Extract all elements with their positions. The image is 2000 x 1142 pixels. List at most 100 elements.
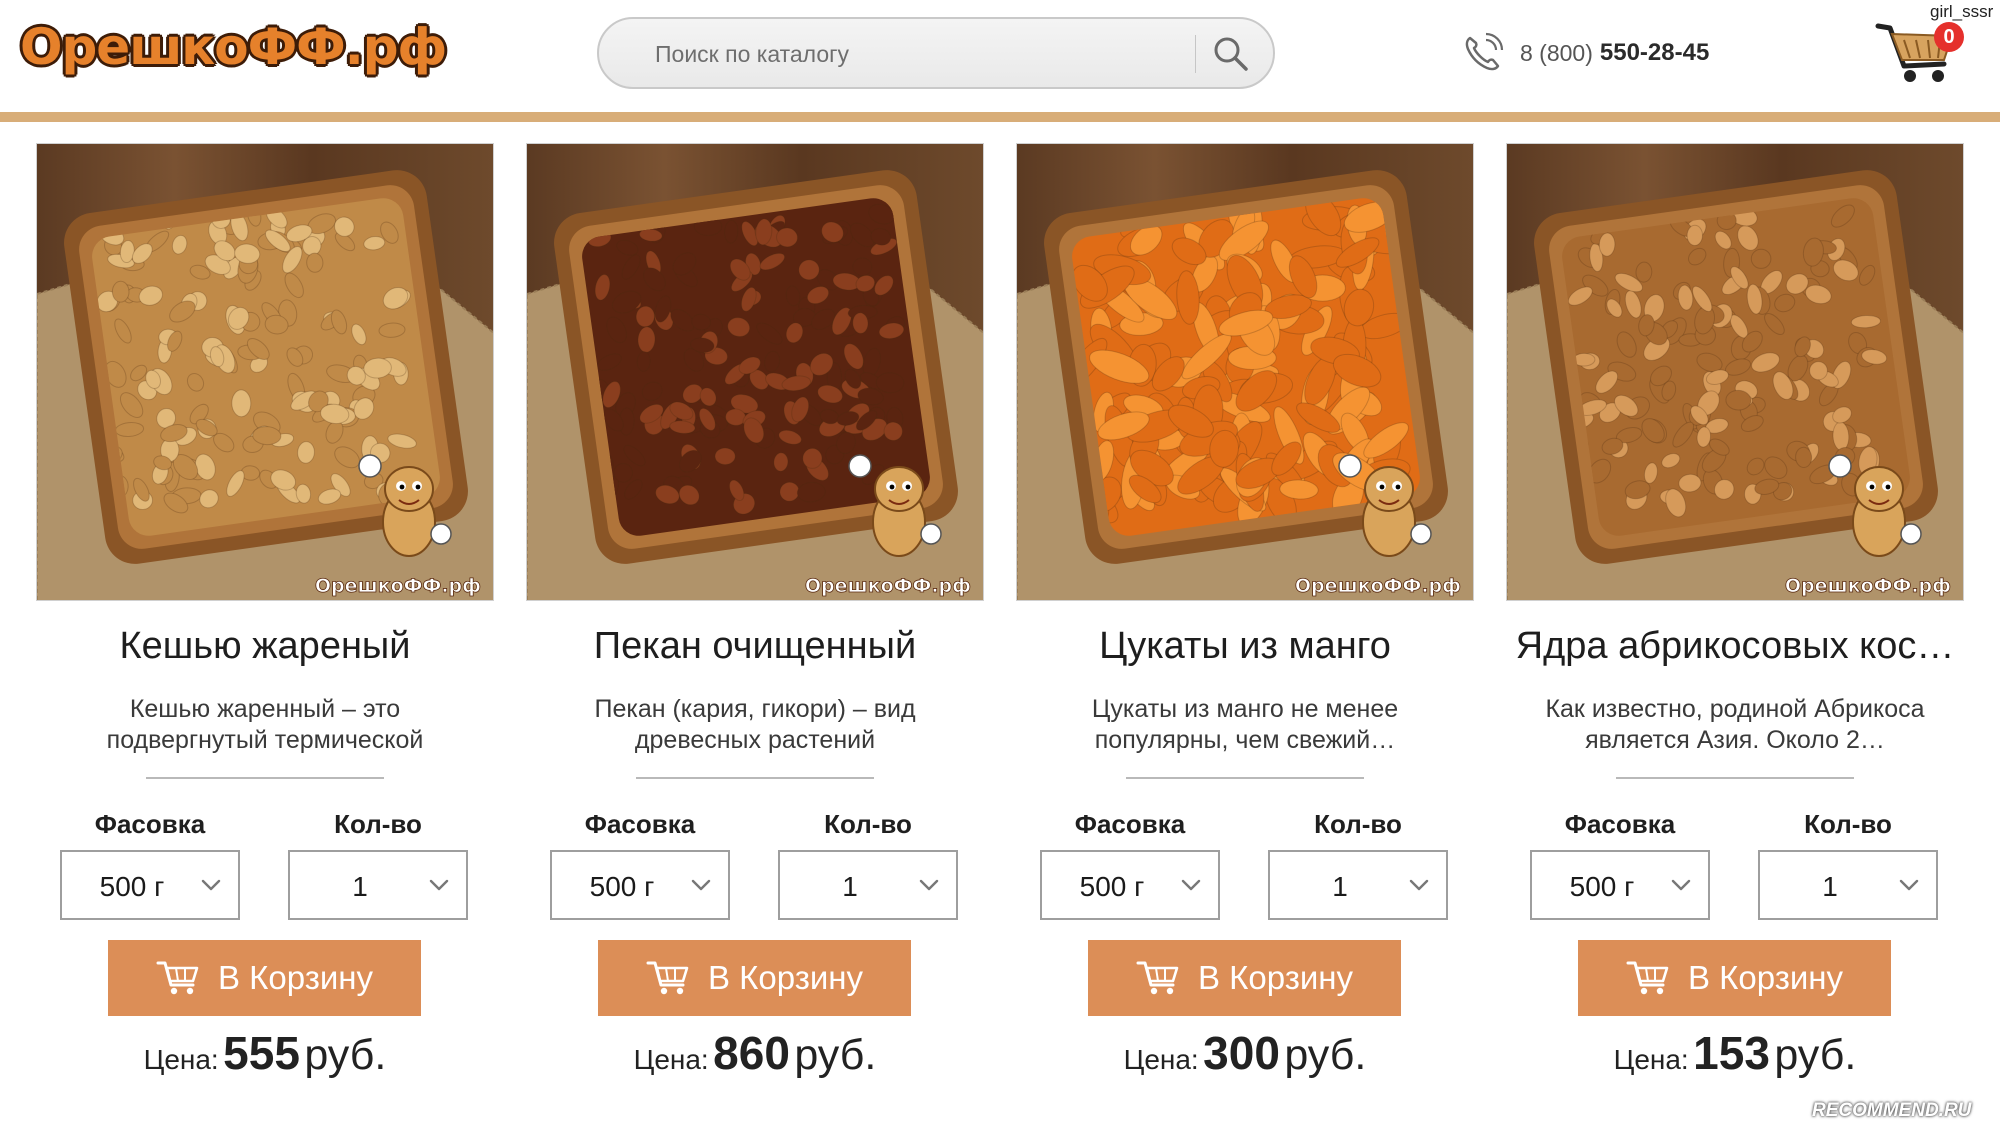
add-to-cart-button[interactable]: В Корзину <box>108 940 421 1016</box>
product-price: Цена: 555 руб. <box>36 1026 494 1080</box>
qty-value: 1 <box>1332 871 1348 902</box>
site-logo[interactable]: ОрешкоФФ.рф <box>20 18 447 76</box>
qty-label: Кол-во <box>824 809 912 839</box>
header-divider <box>0 112 2000 122</box>
cart-icon <box>1136 961 1179 995</box>
qty-value: 1 <box>1822 871 1838 902</box>
pack-label: Фасовка <box>584 809 696 839</box>
product-photo[interactable]: ОрешкоФФ.рф <box>1506 143 1964 601</box>
search-input[interactable] <box>655 37 1175 71</box>
chevron-down-icon <box>1899 879 1919 891</box>
site-header: ОрешкоФФ.рф 8 (800) 550-28-45 0 girl_ <box>0 0 2000 112</box>
phone-number: 550-28-45 <box>1599 39 1710 66</box>
product-photo[interactable]: ОрешкоФФ.рф <box>526 143 984 601</box>
qty-label: Кол-во <box>1804 809 1892 839</box>
chevron-down-icon <box>919 879 939 891</box>
cart-count-badge: 0 <box>1934 22 1964 52</box>
product-separator <box>1616 777 1854 779</box>
add-to-cart-button[interactable]: В Корзину <box>1088 940 1401 1016</box>
pack-select[interactable]: 500 г <box>1530 850 1710 920</box>
qty-value: 1 <box>842 871 858 902</box>
product-price: Цена: 153 руб. <box>1506 1026 1964 1080</box>
search-divider <box>1195 35 1196 73</box>
price-label: Цена: <box>633 1044 709 1075</box>
product-price: Цена: 860 руб. <box>526 1026 984 1080</box>
qty-label: Кол-во <box>334 809 422 839</box>
cart-icon <box>1626 961 1669 995</box>
product-separator <box>1126 777 1364 779</box>
product-photo-art: ОрешкоФФ.рф <box>1017 144 1473 600</box>
add-to-cart-label: В Корзину <box>1687 959 1844 996</box>
pack-value: 500 г <box>99 871 165 902</box>
add-to-cart-label: В Корзину <box>217 959 374 996</box>
price-value: 860 <box>713 1027 790 1079</box>
product-title[interactable]: Ядра абрикосовых кос… <box>1496 625 1974 668</box>
pack-value: 500 г <box>1569 871 1635 902</box>
header-cart[interactable]: 0 <box>1870 14 1964 88</box>
product-description: Кешью жаренный – это подвергнутый термич… <box>106 695 424 754</box>
pack-value: 500 г <box>1079 871 1145 902</box>
product-description: Как известно, родиной Абрикоса является … <box>1545 695 1925 754</box>
qty-select[interactable]: 1 <box>1758 850 1938 920</box>
product-photo-art: ОрешкоФФ.рф <box>37 144 493 600</box>
cart-icon <box>156 961 199 995</box>
product-title[interactable]: Кешью жареный <box>26 625 504 668</box>
svg-text:ОрешкоФФ.рф: ОрешкоФФ.рф <box>805 575 971 597</box>
svg-text:ОрешкоФФ.рф: ОрешкоФФ.рф <box>1295 575 1461 597</box>
phone-prefix: 8 (800) <box>1520 39 1593 66</box>
search-button[interactable] <box>1203 27 1259 81</box>
qty-select[interactable]: 1 <box>778 850 958 920</box>
price-currency: руб. <box>304 1031 387 1079</box>
product-title[interactable]: Пекан очищенный <box>516 625 994 668</box>
product-photo[interactable]: ОрешкоФФ.рф <box>1016 143 1474 601</box>
pack-label: Фасовка <box>1564 809 1676 839</box>
chevron-down-icon <box>1409 879 1429 891</box>
price-label: Цена: <box>143 1044 219 1075</box>
qty-label: Кол-во <box>1314 809 1402 839</box>
search-icon <box>1214 37 1248 71</box>
product-title[interactable]: Цукаты из манго <box>1006 625 1484 668</box>
product-price: Цена: 300 руб. <box>1016 1026 1474 1080</box>
phone-icon <box>1465 32 1504 71</box>
price-currency: руб. <box>794 1031 877 1079</box>
site-watermark: RECOMMEND.RU <box>1812 1100 1972 1121</box>
add-to-cart-button[interactable]: В Корзину <box>1578 940 1891 1016</box>
product-photo[interactable]: ОрешкоФФ.рф <box>36 143 494 601</box>
pack-select[interactable]: 500 г <box>550 850 730 920</box>
pack-value: 500 г <box>589 871 655 902</box>
pack-select[interactable]: 500 г <box>60 850 240 920</box>
user-watermark: girl_sssr <box>1930 2 1994 21</box>
chevron-down-icon <box>1671 879 1691 891</box>
product-separator <box>146 777 384 779</box>
qty-select[interactable]: 1 <box>1268 850 1448 920</box>
qty-value: 1 <box>352 871 368 902</box>
phone-contact[interactable]: 8 (800) 550-28-45 <box>1460 28 1709 78</box>
pack-label: Фасовка <box>94 809 206 839</box>
chevron-down-icon <box>201 879 221 891</box>
price-label: Цена: <box>1123 1044 1199 1075</box>
product-separator <box>636 777 874 779</box>
add-to-cart-label: В Корзину <box>707 959 864 996</box>
product-photo-art: ОрешкоФФ.рф <box>527 144 983 600</box>
price-value: 300 <box>1203 1027 1280 1079</box>
chevron-down-icon <box>691 879 711 891</box>
chevron-down-icon <box>1181 879 1201 891</box>
add-to-cart-button[interactable]: В Корзину <box>598 940 911 1016</box>
product-description: Цукаты из манго не менее популярны, чем … <box>1091 695 1399 754</box>
search-bar <box>597 17 1275 89</box>
price-value: 555 <box>223 1027 300 1079</box>
svg-text:ОрешкоФФ.рф: ОрешкоФФ.рф <box>315 575 481 597</box>
product-description: Пекан (кария, гикори) – вид древесных ра… <box>594 695 916 754</box>
price-label: Цена: <box>1613 1044 1689 1075</box>
qty-select[interactable]: 1 <box>288 850 468 920</box>
pack-label: Фасовка <box>1074 809 1186 839</box>
pack-select[interactable]: 500 г <box>1040 850 1220 920</box>
price-currency: руб. <box>1284 1031 1367 1079</box>
cart-icon <box>646 961 689 995</box>
price-currency: руб. <box>1774 1031 1857 1079</box>
product-photo-art: ОрешкоФФ.рф <box>1507 144 1963 600</box>
chevron-down-icon <box>429 879 449 891</box>
svg-text:ОрешкоФФ.рф: ОрешкоФФ.рф <box>1785 575 1951 597</box>
add-to-cart-label: В Корзину <box>1197 959 1354 996</box>
price-value: 153 <box>1693 1027 1770 1079</box>
